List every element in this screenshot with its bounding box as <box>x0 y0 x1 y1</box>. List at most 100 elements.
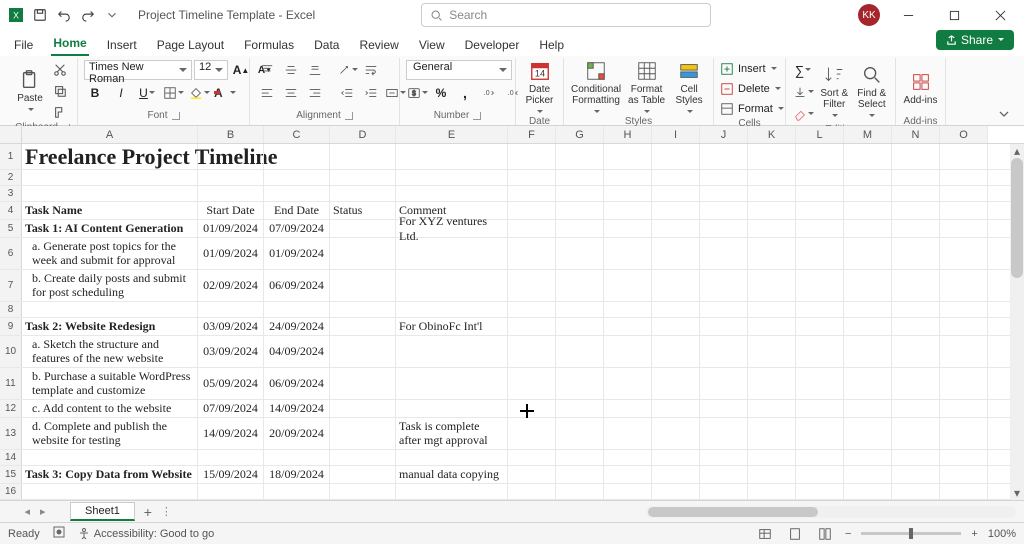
cell[interactable] <box>604 400 652 417</box>
column-header[interactable]: N <box>892 126 940 143</box>
cell[interactable] <box>700 368 748 399</box>
cell[interactable] <box>844 202 892 219</box>
cell[interactable] <box>508 302 556 317</box>
cell[interactable] <box>892 220 940 237</box>
cell[interactable] <box>700 302 748 317</box>
cell[interactable] <box>264 144 330 169</box>
cell[interactable] <box>330 302 396 317</box>
cell[interactable] <box>556 202 604 219</box>
align-top-button[interactable] <box>256 60 278 80</box>
close-button[interactable] <box>982 1 1018 29</box>
cell[interactable] <box>796 450 844 465</box>
cell[interactable]: 01/09/2024 <box>198 220 264 237</box>
bold-button[interactable]: B <box>84 83 106 103</box>
cell[interactable]: 06/09/2024 <box>264 368 330 399</box>
zoom-in-button[interactable]: + <box>971 528 977 540</box>
column-header[interactable]: M <box>844 126 892 143</box>
cell[interactable] <box>396 302 508 317</box>
row-header[interactable]: 16 <box>0 484 22 499</box>
cell[interactable] <box>604 170 652 185</box>
cell[interactable] <box>748 484 796 499</box>
redo-button[interactable] <box>78 5 98 25</box>
cell[interactable] <box>892 368 940 399</box>
cell[interactable] <box>940 484 988 499</box>
scroll-down-button[interactable]: ▾ <box>1010 486 1024 500</box>
cell[interactable] <box>330 484 396 499</box>
cell[interactable] <box>700 400 748 417</box>
cell[interactable] <box>198 450 264 465</box>
cell[interactable] <box>796 466 844 483</box>
cell[interactable] <box>556 484 604 499</box>
cell[interactable]: Task is complete after mgt approval <box>396 418 508 449</box>
column-header[interactable]: L <box>796 126 844 143</box>
borders-button[interactable] <box>162 83 184 103</box>
qat-dropdown[interactable] <box>102 5 122 25</box>
column-header[interactable]: A <box>22 126 198 143</box>
cell[interactable]: 14/09/2024 <box>264 400 330 417</box>
cell[interactable] <box>604 484 652 499</box>
column-header[interactable]: C <box>264 126 330 143</box>
cell[interactable] <box>796 484 844 499</box>
align-right-button[interactable] <box>304 83 326 103</box>
cell[interactable] <box>892 270 940 301</box>
cell[interactable] <box>330 466 396 483</box>
insert-cells-button[interactable]: Insert <box>720 60 777 78</box>
row-header[interactable]: 5 <box>0 220 22 237</box>
cell[interactable] <box>940 302 988 317</box>
cell[interactable] <box>22 186 198 201</box>
cell[interactable] <box>748 220 796 237</box>
row-header[interactable]: 7 <box>0 270 22 301</box>
accounting-format-button[interactable]: $ <box>406 83 428 103</box>
cell[interactable] <box>700 466 748 483</box>
cell[interactable] <box>652 318 700 335</box>
cell[interactable] <box>330 144 396 169</box>
cell[interactable] <box>556 220 604 237</box>
cell[interactable] <box>604 302 652 317</box>
cell[interactable]: 02/09/2024 <box>198 270 264 301</box>
cell[interactable] <box>508 450 556 465</box>
fill-button[interactable] <box>792 82 814 102</box>
share-button[interactable]: Share <box>936 30 1014 50</box>
cell[interactable] <box>844 302 892 317</box>
select-all-corner[interactable] <box>0 126 22 143</box>
column-header[interactable]: F <box>508 126 556 143</box>
collapse-ribbon-button[interactable] <box>992 58 1016 125</box>
addins-button[interactable]: Add-ins <box>902 60 939 116</box>
cell[interactable] <box>508 318 556 335</box>
cell[interactable] <box>748 418 796 449</box>
cell[interactable] <box>844 238 892 269</box>
cell[interactable] <box>748 170 796 185</box>
cell[interactable] <box>700 336 748 367</box>
cell[interactable] <box>264 450 330 465</box>
cell[interactable] <box>604 450 652 465</box>
cell[interactable] <box>198 484 264 499</box>
cell[interactable] <box>892 318 940 335</box>
cell[interactable] <box>652 400 700 417</box>
row-header[interactable]: 10 <box>0 336 22 367</box>
sheet-nav-next[interactable]: ▸ <box>40 505 46 518</box>
cell[interactable] <box>892 400 940 417</box>
cell[interactable] <box>556 186 604 201</box>
cell[interactable] <box>396 270 508 301</box>
tab-developer[interactable]: Developer <box>463 34 522 56</box>
increase-font-button[interactable]: A▲ <box>230 60 252 80</box>
cell[interactable] <box>330 270 396 301</box>
cell[interactable] <box>748 318 796 335</box>
row-header[interactable]: 12 <box>0 400 22 417</box>
cell[interactable] <box>844 484 892 499</box>
dialog-launcher[interactable] <box>473 112 481 120</box>
cell[interactable]: a. Generate post topics for the week and… <box>22 238 198 269</box>
tab-page-layout[interactable]: Page Layout <box>155 34 226 56</box>
cell[interactable] <box>396 450 508 465</box>
paste-button[interactable]: Paste <box>14 63 46 119</box>
cell[interactable] <box>652 144 700 169</box>
tab-formulas[interactable]: Formulas <box>242 34 296 56</box>
conditional-formatting-button[interactable]: Conditional Formatting <box>570 60 622 116</box>
hscroll-grip[interactable]: ⋮ <box>161 505 167 518</box>
italic-button[interactable]: I <box>110 83 132 103</box>
cell[interactable]: 03/09/2024 <box>198 336 264 367</box>
cell[interactable] <box>556 400 604 417</box>
font-color-button[interactable]: A <box>214 83 236 103</box>
cell[interactable] <box>748 302 796 317</box>
cell[interactable] <box>796 220 844 237</box>
